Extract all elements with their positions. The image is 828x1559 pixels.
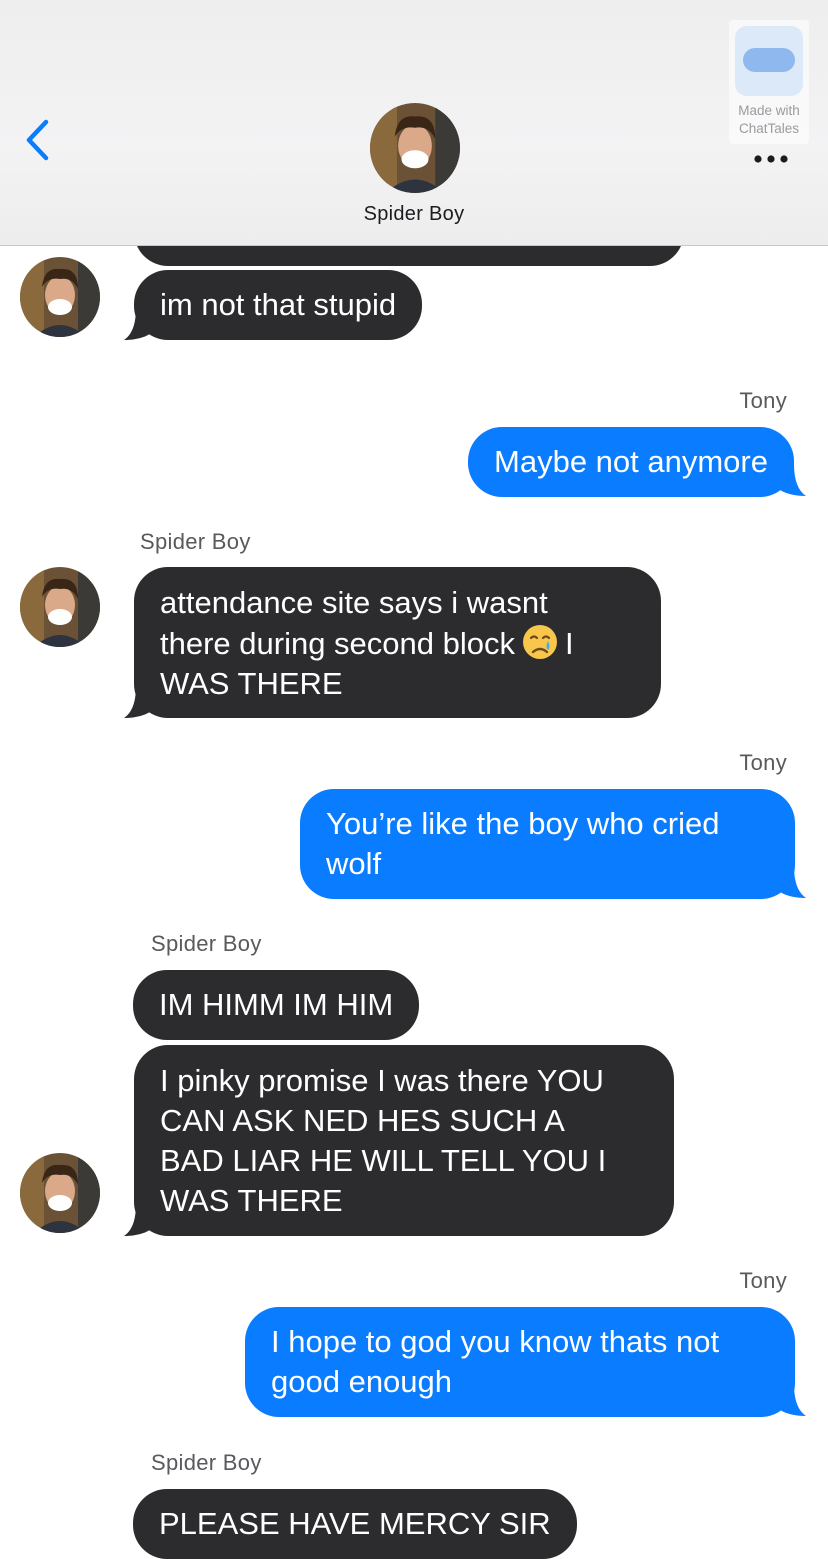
- bubble-tail: [124, 308, 150, 340]
- conversation-header: Spider Boy Made with ChatTales: [0, 0, 828, 246]
- contact-avatar[interactable]: [370, 103, 460, 193]
- sender-label: Tony: [739, 1268, 787, 1293]
- bubble-tail: [780, 464, 806, 496]
- message-bubble[interactable]: I hope to god you know thats not good en…: [245, 1307, 795, 1417]
- message-text: PLEASE HAVE MERCY SIR: [159, 1506, 551, 1541]
- avatar[interactable]: [20, 567, 100, 647]
- message-text: there during second block: [160, 626, 516, 661]
- avatar[interactable]: [20, 1153, 100, 1233]
- message-bubble[interactable]: PLEASE HAVE MERCY SIR: [133, 1489, 577, 1559]
- ellipsis-icon: [754, 155, 788, 163]
- sender-label: Spider Boy: [151, 1450, 262, 1475]
- message-text: I: [565, 626, 574, 661]
- bubble-tail: [124, 1204, 150, 1236]
- contact-name[interactable]: Spider Boy: [0, 203, 828, 226]
- bubble-tail: [780, 866, 806, 898]
- avatar[interactable]: [20, 257, 100, 337]
- chat-bubble-icon: [735, 26, 803, 96]
- sender-label: Tony: [739, 388, 787, 413]
- message-text: I pinky promise I was there YOU CAN ASK …: [160, 1063, 607, 1218]
- message-bubble[interactable]: im not that stupid: [134, 270, 423, 340]
- bubble-tail: [124, 686, 150, 718]
- sender-label: Spider Boy: [140, 529, 251, 554]
- bubble-tail: [780, 1384, 806, 1416]
- message-text: IM HIMM IM HIM: [159, 987, 394, 1022]
- badge-text: Made with ChatTales: [738, 103, 800, 136]
- message-bubble[interactable]: Maybe not anymore: [468, 427, 794, 497]
- message-text: attendance site says i wasnt: [160, 585, 548, 620]
- crying-face-icon: [523, 625, 558, 659]
- sender-label: Tony: [739, 750, 787, 775]
- message-text: Maybe not anymore: [494, 444, 768, 479]
- message-text: WAS THERE: [160, 666, 343, 701]
- message-bubble[interactable]: I pinky promise I was there YOU CAN ASK …: [134, 1045, 674, 1236]
- message-bubble[interactable]: IM HIMM IM HIM: [133, 970, 420, 1040]
- message-text: I hope to god you know thats not good en…: [271, 1324, 720, 1399]
- message-text: im not that stupid: [160, 287, 397, 322]
- chattales-badge[interactable]: Made with ChatTales: [729, 20, 809, 163]
- sender-label: Spider Boy: [151, 931, 262, 956]
- message-bubble[interactable]: You’re like the boy who cried wolf: [300, 789, 795, 899]
- chevron-left-icon: [26, 119, 49, 161]
- message-text: You’re like the boy who cried wolf: [326, 806, 720, 881]
- message-bubble[interactable]: attendance site says i wasnt there durin…: [134, 567, 661, 718]
- back-button[interactable]: [20, 116, 60, 166]
